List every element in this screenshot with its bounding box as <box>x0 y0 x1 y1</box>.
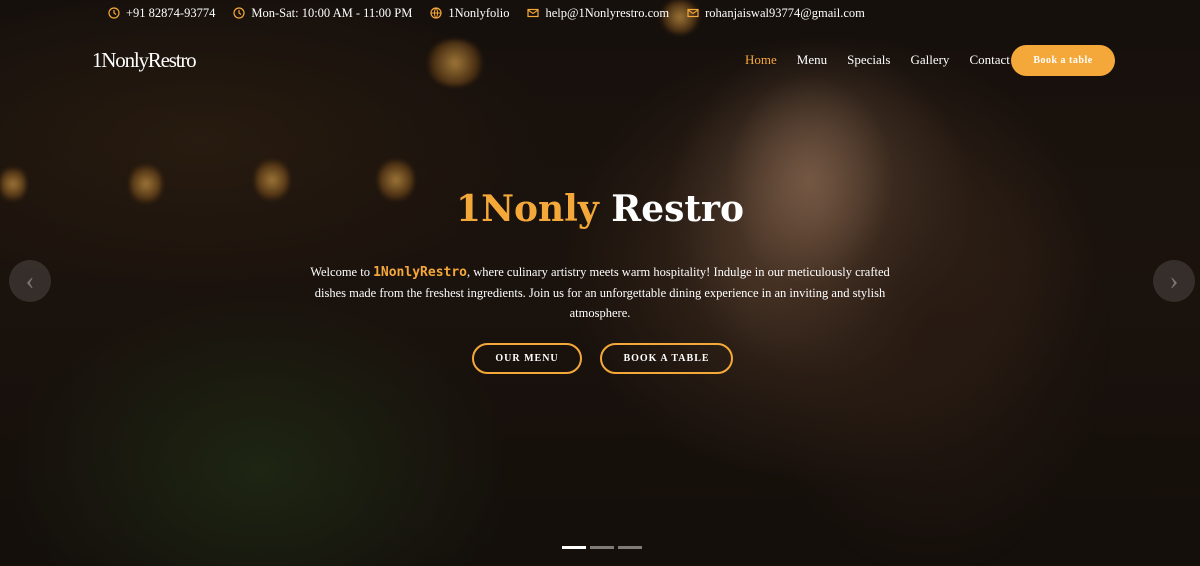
hours-text: Mon-Sat: 10:00 AM - 11:00 PM <box>251 5 413 20</box>
nav-link-gallery[interactable]: Gallery <box>910 52 949 68</box>
phone-icon <box>108 7 120 19</box>
portfolio-text: 1Nonlyfolio <box>448 5 510 20</box>
phone-text: +91 82874-93774 <box>126 5 216 20</box>
nav-link-home[interactable]: Home <box>745 52 777 68</box>
email-restaurant-info[interactable]: help@1Nonlyrestro.com <box>527 6 669 21</box>
site-logo[interactable]: 1NonlyRestro <box>92 48 197 73</box>
hero-description: Welcome to 1NonlyRestro, where culinary … <box>300 262 900 323</box>
globe-icon <box>430 7 442 19</box>
book-table-button[interactable]: Book a table <box>1011 45 1115 76</box>
book-a-table-button[interactable]: BOOK A TABLE <box>600 343 733 374</box>
our-menu-button[interactable]: OUR MENU <box>472 343 582 374</box>
hero-title-rest: Restro <box>598 188 744 230</box>
carousel-indicator[interactable] <box>562 546 586 549</box>
email-personal-text: rohanjaiswal93774@gmail.com <box>705 5 865 20</box>
top-info-bar: +91 82874-93774 Mon-Sat: 10:00 AM - 11:0… <box>0 0 1200 26</box>
navbar: 1NonlyRestro Home Menu Specials Gallery … <box>0 42 1200 80</box>
envelope-icon <box>527 7 540 19</box>
carousel-indicators <box>562 546 642 549</box>
portfolio-info[interactable]: 1Nonlyfolio <box>430 6 509 21</box>
clock-icon <box>233 7 245 19</box>
email-personal-info[interactable]: rohanjaiswal93774@gmail.com <box>687 6 865 21</box>
nav-link-contact[interactable]: Contact <box>969 52 1009 68</box>
email-restaurant-text: help@1Nonlyrestro.com <box>545 5 670 20</box>
nav-link-menu[interactable]: Menu <box>797 52 827 68</box>
phone-info[interactable]: +91 82874-93774 <box>108 6 215 21</box>
nav-link-specials[interactable]: Specials <box>847 52 890 68</box>
carousel-prev-button[interactable]: ‹ <box>9 260 51 302</box>
hours-info: Mon-Sat: 10:00 AM - 11:00 PM <box>233 6 412 21</box>
carousel-indicator[interactable] <box>590 546 614 549</box>
envelope-icon <box>687 7 699 19</box>
hero-desc-brand: 1NonlyRestro <box>373 265 467 280</box>
main-nav: Home Menu Specials Gallery Contact <box>745 52 1030 68</box>
hero-desc-prefix: Welcome to <box>310 265 374 279</box>
carousel-indicator[interactable] <box>618 546 642 549</box>
hero-title: 1Nonly Restro <box>0 188 1200 230</box>
hero-section: +91 82874-93774 Mon-Sat: 10:00 AM - 11:0… <box>0 0 1200 566</box>
hero-title-accent: 1Nonly <box>456 188 599 230</box>
chevron-left-icon: ‹ <box>25 266 35 295</box>
chevron-right-icon: › <box>1169 266 1179 295</box>
carousel-next-button[interactable]: › <box>1153 260 1195 302</box>
